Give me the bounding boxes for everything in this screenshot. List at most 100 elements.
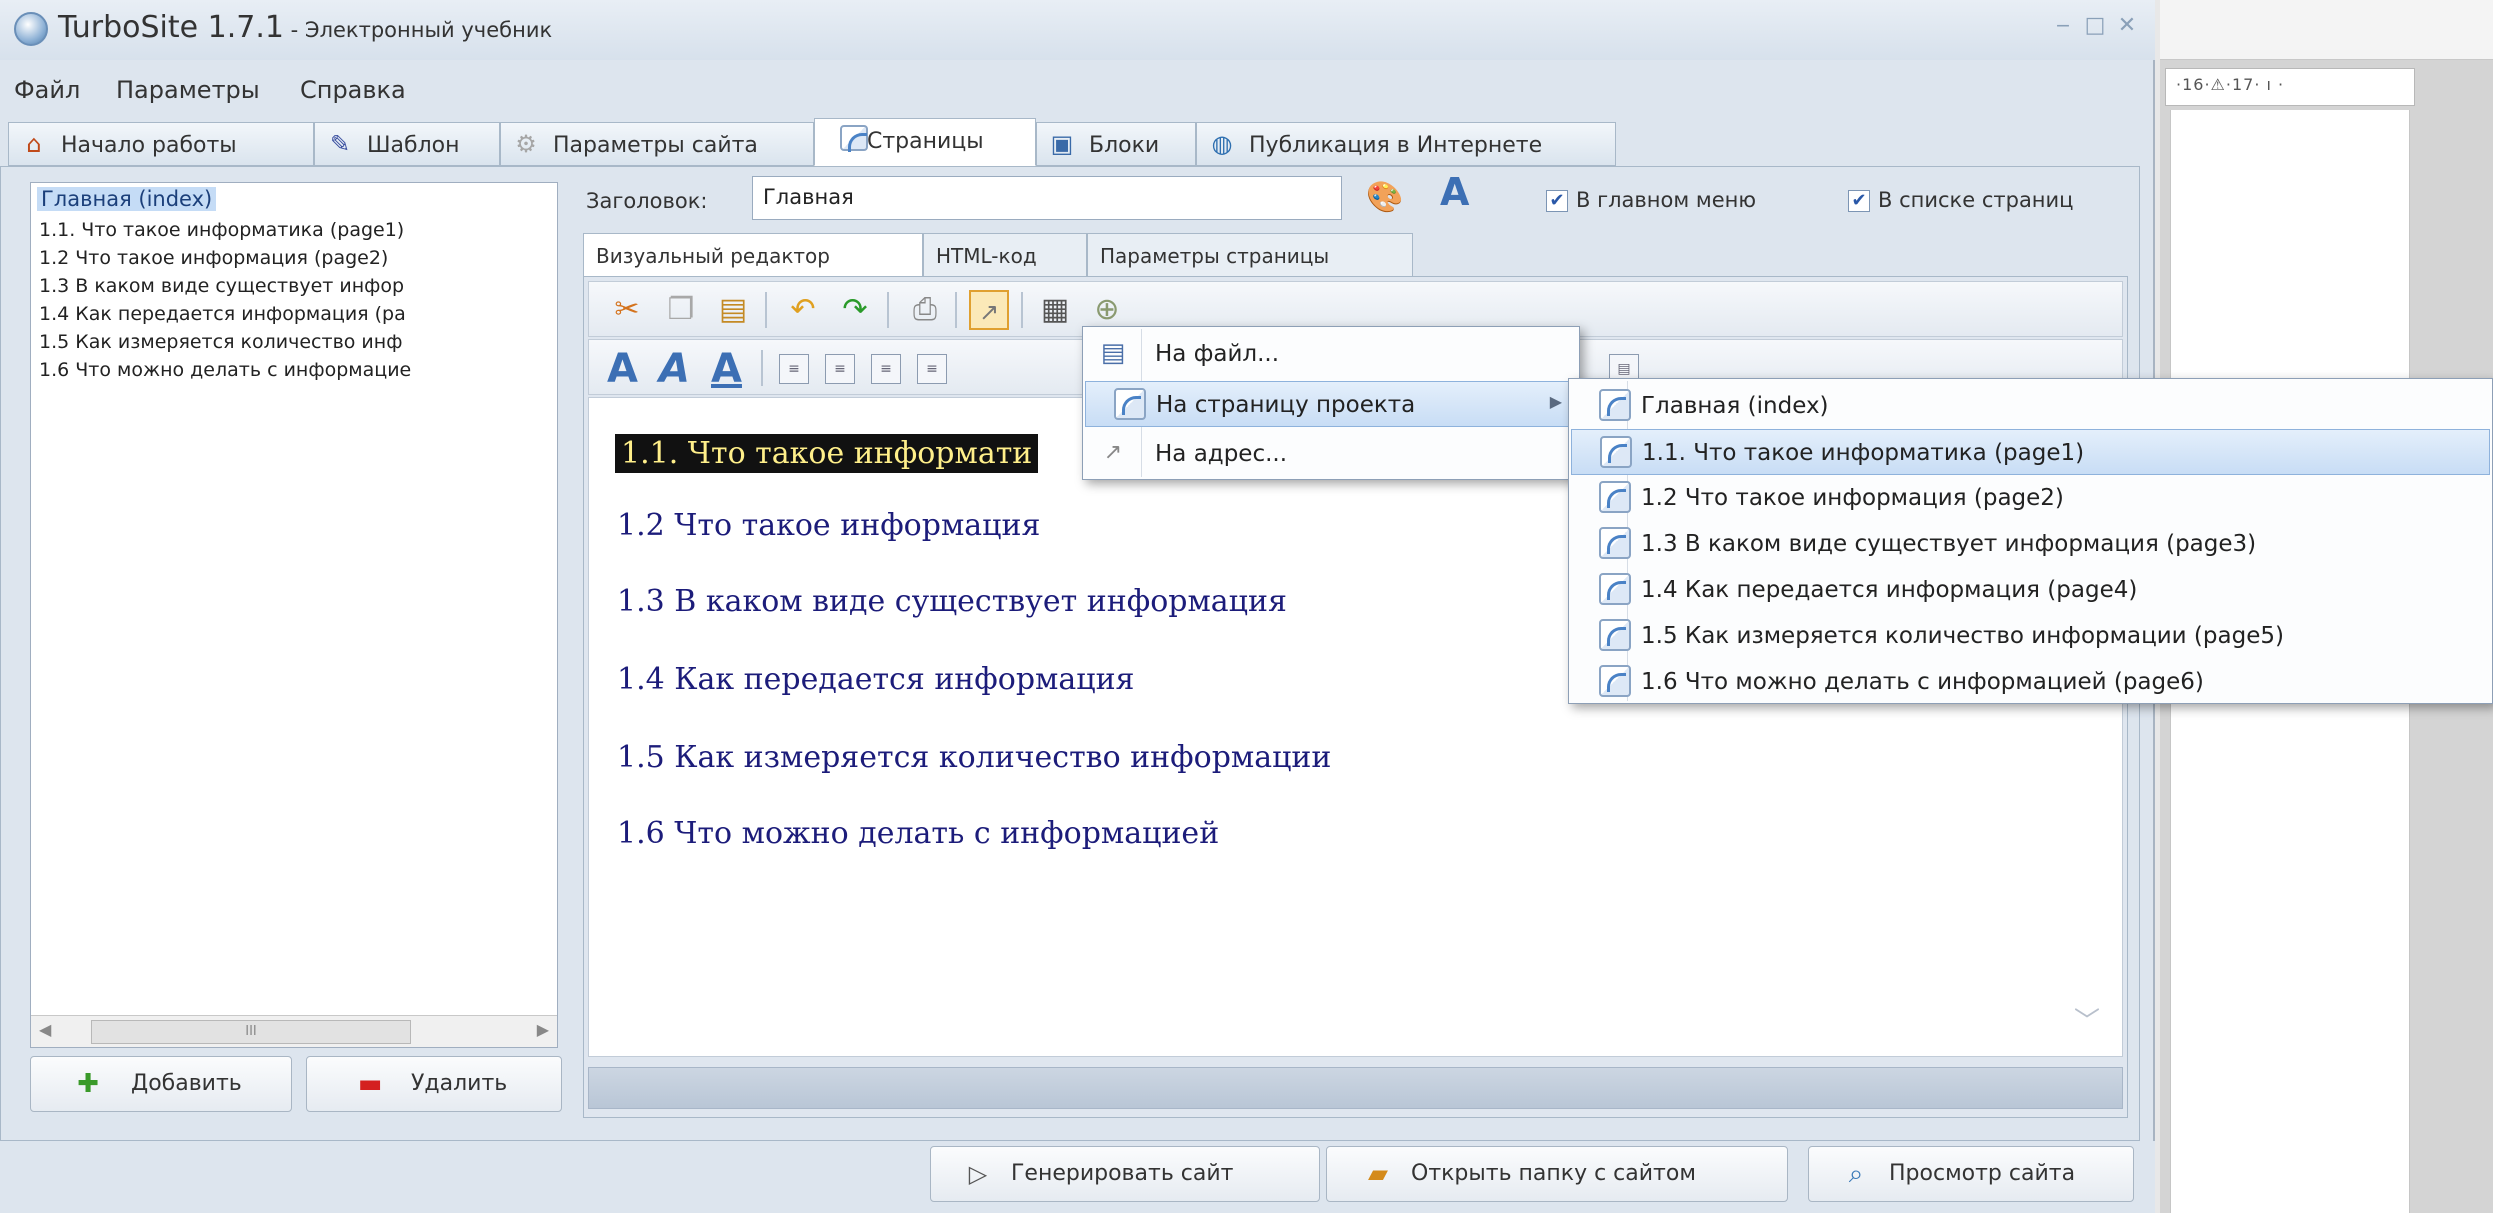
block-icon: ▣: [1050, 130, 1074, 158]
main-menu-label: В главном меню: [1576, 188, 1757, 212]
page-list-label: В списке страниц: [1878, 188, 2074, 212]
font-style-icon[interactable]: A: [1440, 172, 1469, 212]
editor-line[interactable]: 1.6 Что можно делать с информацией: [617, 816, 1219, 851]
tab-pages[interactable]: Страницы: [814, 118, 1036, 166]
toolbar-separator: [887, 292, 889, 328]
scroll-left-icon[interactable]: ◀: [39, 1020, 51, 1039]
insert-link-icon[interactable]: ↗: [969, 290, 1009, 330]
submenu-arrow-icon: ▶: [1549, 392, 1562, 411]
toolbar-separator: [761, 350, 763, 386]
page-icon: [1581, 527, 1631, 559]
heading-label: Заголовок:: [586, 189, 708, 213]
media-icon[interactable]: ⊕: [1087, 290, 1127, 330]
page-list-checkbox[interactable]: ✔: [1848, 190, 1870, 212]
editor-line[interactable]: 1.1. Что такое информати: [615, 434, 1039, 473]
image-icon[interactable]: ▦: [1035, 290, 1075, 330]
menu-item-to-address[interactable]: ↗ На адрес...: [1085, 431, 1577, 477]
main-tabs: ⌂ Начало работы ✎ Шаблон ⚙ Параметры сайта …: [0, 118, 1620, 166]
app-logo-icon: [14, 12, 48, 46]
undo-icon[interactable]: ↶: [783, 290, 823, 330]
tab-visual-editor[interactable]: Визуальный редактор: [583, 233, 923, 277]
open-folder-button[interactable]: ▰ Открыть папку с сайтом: [1326, 1146, 1788, 1202]
page-list-item[interactable]: Главная (index): [37, 187, 217, 211]
align-right-icon[interactable]: ≡: [871, 354, 901, 384]
page-icon: [1582, 436, 1632, 468]
link-icon: ↗: [1103, 440, 1123, 465]
submenu-item[interactable]: 1.2 Что такое информация (page2): [1571, 475, 2490, 521]
tab-start[interactable]: ⌂ Начало работы: [8, 122, 314, 166]
submenu-item[interactable]: 1.1. Что такое информатика (page1): [1571, 429, 2490, 475]
submenu-item[interactable]: Главная (index): [1571, 383, 2490, 429]
preview-site-button[interactable]: ⌕ Просмотр сайта: [1808, 1146, 2134, 1202]
play-icon: ▷: [968, 1160, 988, 1188]
background-word-toolbar: [2160, 0, 2493, 60]
tab-html-code[interactable]: HTML-код: [923, 233, 1087, 277]
toolbar-separator: [765, 292, 767, 328]
editor-status-bar: [588, 1067, 2123, 1109]
submenu-item[interactable]: 1.6 Что можно делать с информацией (page…: [1571, 659, 2490, 705]
menu-file[interactable]: Файл: [14, 76, 80, 104]
align-justify-icon[interactable]: ≡: [917, 354, 947, 384]
editor-line[interactable]: 1.4 Как передается информация: [617, 662, 1135, 697]
menu-bar: Файл Параметры Справка: [0, 62, 2155, 118]
page-icon: [1581, 665, 1631, 697]
tab-blocks[interactable]: ▣ Блоки: [1036, 122, 1196, 166]
font-underline-icon[interactable]: A: [711, 346, 742, 392]
page-list-item[interactable]: 1.6 Что можно делать с информацие: [39, 359, 411, 381]
gear-icon: ⚙: [515, 130, 537, 158]
editor-line[interactable]: 1.3 В каком виде существует информация: [617, 584, 1287, 619]
submenu-item[interactable]: 1.4 Как передается информация (page4): [1571, 567, 2490, 613]
page-list-item[interactable]: 1.2 Что такое информация (page2): [39, 247, 388, 269]
link-context-menu: ▤ На файл... На страницу проекта ▶ ↗ На адр…: [1082, 326, 1580, 480]
submenu-item[interactable]: 1.5 Как измеряется количество информации…: [1571, 613, 2490, 659]
submenu-item[interactable]: 1.3 В каком виде существует информация (…: [1571, 521, 2490, 567]
home-icon: ⌂: [26, 130, 42, 158]
background-ruler: ·16·⚠·17· ı ·: [2165, 68, 2415, 106]
toolbar-separator: [955, 292, 957, 328]
menu-item-to-file[interactable]: ▤ На файл...: [1085, 331, 1577, 377]
scroll-down-icon[interactable]: ﹀: [2074, 1001, 2100, 1038]
page-icon: [1581, 573, 1631, 605]
cut-icon[interactable]: ✂: [607, 290, 647, 330]
tab-page-parameters[interactable]: Параметры страницы: [1087, 233, 1413, 277]
editor-line[interactable]: 1.5 Как измеряется количество информации: [617, 740, 1331, 775]
paste-icon[interactable]: ▤: [713, 290, 753, 330]
title-bar: TurboSite 1.7.1 - Электронный учебник ‒ …: [0, 0, 2155, 60]
page-list[interactable]: Главная (index) 1.1. Что такое информати…: [30, 182, 558, 1048]
page-list-item[interactable]: 1.4 Как передается информация (pa: [39, 303, 406, 325]
tab-publish[interactable]: ◍ Публикация в Интернете: [1196, 122, 1616, 166]
tab-template[interactable]: ✎ Шаблон: [314, 122, 500, 166]
page-list-item[interactable]: 1.1. Что такое информатика (page1): [39, 219, 404, 241]
font-normal-icon[interactable]: A: [607, 346, 638, 392]
generate-site-button[interactable]: ▷ Генерировать сайт: [930, 1146, 1320, 1202]
page-list-item[interactable]: 1.5 Как измеряется количество инф: [39, 331, 402, 353]
page-list-item[interactable]: 1.3 В каком виде существует инфор: [39, 275, 404, 297]
maximize-button[interactable]: □: [2082, 14, 2108, 38]
editor-tabs: Визуальный редактор HTML-код Параметры с…: [583, 233, 1423, 277]
align-center-icon[interactable]: ≡: [825, 354, 855, 384]
horizontal-scrollbar[interactable]: ◀ III ▶: [31, 1015, 557, 1047]
close-button[interactable]: ✕: [2114, 14, 2140, 38]
editor-line[interactable]: 1.2 Что такое информация: [617, 508, 1040, 543]
heading-input[interactable]: Главная: [752, 176, 1342, 220]
print-icon[interactable]: ⎙: [905, 290, 945, 330]
page-icon: [1581, 619, 1631, 651]
redo-icon[interactable]: ↷: [835, 290, 875, 330]
paint-icon[interactable]: 🎨: [1366, 178, 1403, 218]
tab-site-settings[interactable]: ⚙ Параметры сайта: [500, 122, 814, 166]
add-page-button[interactable]: ✚ Добавить: [30, 1056, 292, 1112]
align-left-icon[interactable]: ≡: [779, 354, 809, 384]
globe-icon: ◍: [1211, 130, 1233, 158]
copy-icon[interactable]: ❐: [661, 290, 701, 330]
delete-page-button[interactable]: ▬ Удалить: [306, 1056, 562, 1112]
menu-help[interactable]: Справка: [300, 76, 406, 104]
menu-item-to-project-page[interactable]: На страницу проекта ▶: [1085, 381, 1577, 427]
page-icon: [1581, 481, 1631, 513]
scroll-thumb[interactable]: III: [91, 1020, 411, 1044]
main-menu-checkbox[interactable]: ✔: [1546, 190, 1568, 212]
menu-parameters[interactable]: Параметры: [116, 76, 260, 104]
font-italic-icon[interactable]: A: [659, 346, 690, 392]
toolbar-separator: [1021, 292, 1023, 328]
scroll-right-icon[interactable]: ▶: [537, 1020, 549, 1039]
minimize-button[interactable]: ‒: [2050, 14, 2076, 38]
